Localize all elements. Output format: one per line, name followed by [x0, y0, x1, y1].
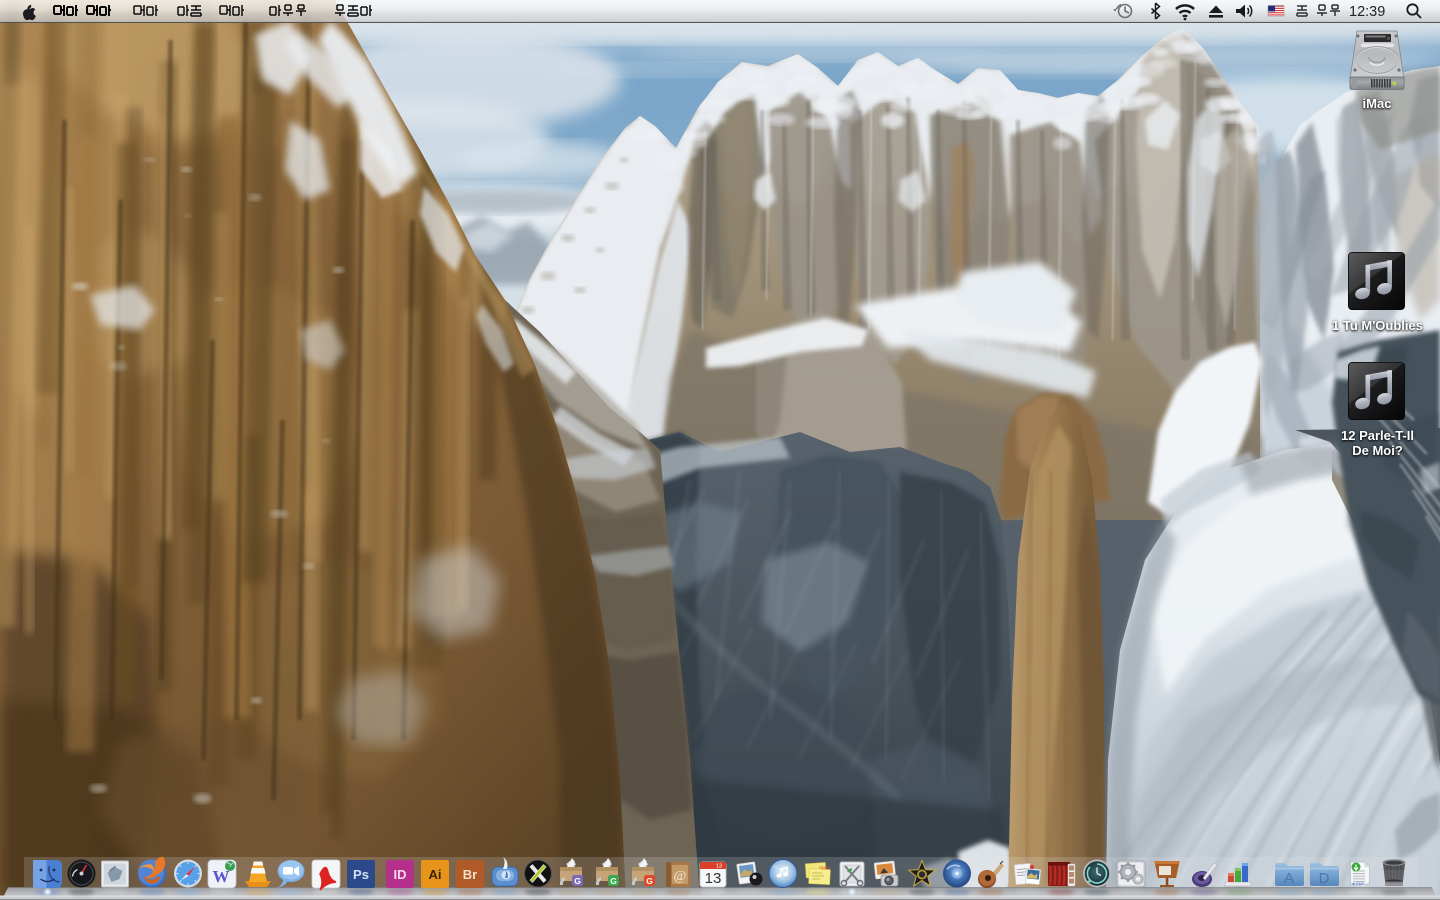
svg-text:D: D	[1319, 870, 1330, 887]
svg-text:G: G	[646, 876, 653, 886]
svg-text:Apple: Apple	[819, 865, 831, 870]
svg-text:ID: ID	[394, 867, 407, 882]
svg-text:13: 13	[705, 870, 722, 887]
svg-text:Br: Br	[463, 867, 477, 882]
svg-text:13: 13	[716, 864, 722, 870]
svg-text:G: G	[610, 876, 617, 886]
svg-text:Ps: Ps	[353, 867, 369, 882]
svg-text:12:39: 12:39	[1349, 4, 1385, 20]
svg-text:A: A	[1284, 870, 1294, 887]
svg-text:G: G	[574, 876, 581, 886]
svg-text:@: @	[674, 869, 687, 884]
svg-text:►PDF: ►PDF	[1352, 881, 1365, 886]
svg-text:Ai: Ai	[429, 867, 442, 882]
